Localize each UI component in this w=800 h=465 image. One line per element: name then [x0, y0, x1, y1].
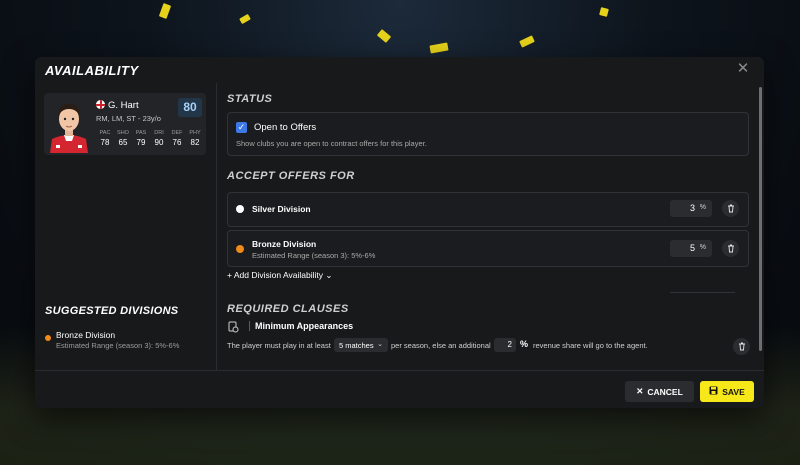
player-card: G. Hart RM, LM, ST - 23y/o 80 PAC 78 SHO…	[44, 93, 206, 155]
clause-text-middle: per season, else an additional	[391, 341, 491, 350]
percent-unit: %	[699, 204, 706, 211]
status-box: ✓ Open to Offers Show clubs you are open…	[227, 112, 749, 156]
player-stats: PAC 78 SHO 65 PAS 79 DRI 90 DEF 76 PHY 8…	[96, 130, 204, 147]
stat-pac: PAC 78	[96, 130, 114, 147]
confetti-piece	[158, 3, 172, 19]
suggested-divisions-title: SUGGESTED DIVISIONS	[45, 305, 179, 317]
modal-footer: ✕ CANCEL SAVE	[35, 370, 764, 408]
save-label: SAVE	[722, 386, 745, 397]
close-icon[interactable]: ✕	[736, 61, 750, 76]
confetti-piece	[239, 13, 251, 25]
stat-value: 78	[100, 138, 110, 147]
chevron-down-icon: ⌄	[325, 270, 333, 280]
silver-dot-icon	[236, 205, 244, 213]
required-clauses-title: REQUIRED CLAUSES	[227, 303, 349, 315]
percent-value: 3	[689, 203, 695, 213]
confetti-piece	[519, 35, 535, 48]
clause-text-after: revenue share will go to the agent.	[533, 341, 648, 350]
confetti-piece	[429, 42, 449, 54]
status-description: Show clubs you are open to contract offe…	[236, 139, 427, 148]
stat-label: SHO	[117, 130, 129, 136]
stat-value: 82	[190, 138, 200, 147]
percent-value: 5	[689, 243, 695, 253]
percent-unit: %	[699, 244, 706, 251]
stat-label: PAC	[99, 130, 111, 136]
england-flag-icon	[96, 100, 105, 109]
stat-label: DRI	[154, 130, 164, 136]
accept-offers-title: ACCEPT OFFERS FOR	[227, 170, 355, 182]
offer-row-bronze: Bronze Division Estimated Range (season …	[227, 230, 749, 267]
player-rating: 80	[178, 98, 202, 117]
open-to-offers-label[interactable]: Open to Offers	[254, 122, 316, 133]
revenue-share-unit: %	[520, 339, 529, 349]
trash-icon[interactable]	[722, 200, 739, 217]
suggested-division-range: Estimated Range (season 3): 5%-6%	[56, 341, 180, 350]
stat-phy: PHY 82	[186, 130, 204, 147]
cancel-button[interactable]: ✕ CANCEL	[625, 381, 694, 402]
save-icon	[709, 386, 718, 397]
bronze-dot-icon	[236, 245, 244, 253]
stat-dri: DRI 90	[150, 130, 168, 147]
bronze-dot-icon	[45, 335, 51, 341]
availability-modal: AVAILABILITY ✕ G. Hart RM, LM, ST - 23y/…	[35, 57, 764, 408]
confetti-piece	[376, 29, 392, 43]
minimum-appearances-title: Minimum Appearances	[249, 321, 353, 331]
left-panel: G. Hart RM, LM, ST - 23y/o 80 PAC 78 SHO…	[35, 83, 217, 370]
stat-value: 65	[118, 138, 128, 147]
scrollbar[interactable]	[759, 87, 762, 351]
player-name: G. Hart	[108, 100, 139, 111]
player-age: 23y/o	[142, 114, 161, 123]
modal-header: AVAILABILITY ✕	[35, 57, 764, 83]
trash-icon[interactable]	[733, 338, 750, 355]
contract-clause-icon	[227, 320, 239, 338]
player-positions: RM, LM, ST	[96, 114, 136, 123]
add-division-availability-button[interactable]: + Add Division Availability ⌄	[227, 270, 333, 281]
percent-input[interactable]: 3 %	[670, 200, 712, 217]
percent-input[interactable]: 5 %	[670, 240, 712, 257]
division-name: Silver Division	[252, 204, 311, 214]
matches-value: 5 matches	[339, 341, 374, 350]
confetti-piece	[599, 7, 609, 17]
stat-label: DEF	[171, 130, 183, 136]
stat-sho: SHO 65	[114, 130, 132, 147]
stat-def: DEF 76	[168, 130, 186, 147]
stat-label: PAS	[135, 130, 147, 136]
matches-select[interactable]: 5 matches ⌄	[334, 338, 388, 352]
trash-icon[interactable]	[722, 240, 739, 257]
status-section-title: STATUS	[227, 93, 273, 105]
revenue-share-input[interactable]: 2	[494, 338, 516, 352]
add-division-label: + Add Division Availability	[227, 270, 323, 280]
stat-value: 79	[136, 138, 146, 147]
suggested-division-name: Bronze Division	[56, 330, 116, 340]
stat-value: 76	[172, 138, 182, 147]
open-to-offers-checkbox[interactable]: ✓	[236, 122, 247, 133]
player-positions-age: RM, LM, ST - 23y/o	[96, 114, 161, 123]
offer-row-silver: Silver Division 3 %	[227, 192, 749, 227]
cancel-label: CANCEL	[647, 386, 683, 397]
modal-title: AVAILABILITY	[45, 63, 139, 78]
stat-value: 90	[154, 138, 164, 147]
right-panel: STATUS ✓ Open to Offers Show clubs you a…	[217, 83, 764, 370]
save-button[interactable]: SAVE	[700, 381, 754, 402]
divider	[670, 292, 735, 293]
avatar	[46, 95, 92, 153]
division-name: Bronze Division	[252, 239, 317, 249]
revenue-share-value: 2	[507, 340, 512, 349]
clause-text-before: The player must play in at least	[227, 341, 331, 350]
chevron-down-icon: ⌄	[377, 341, 383, 348]
stat-label: PHY	[189, 130, 201, 136]
stat-pas: PAS 79	[132, 130, 150, 147]
division-range: Estimated Range (season 3): 5%-6%	[252, 251, 376, 260]
close-icon: ✕	[636, 386, 644, 396]
